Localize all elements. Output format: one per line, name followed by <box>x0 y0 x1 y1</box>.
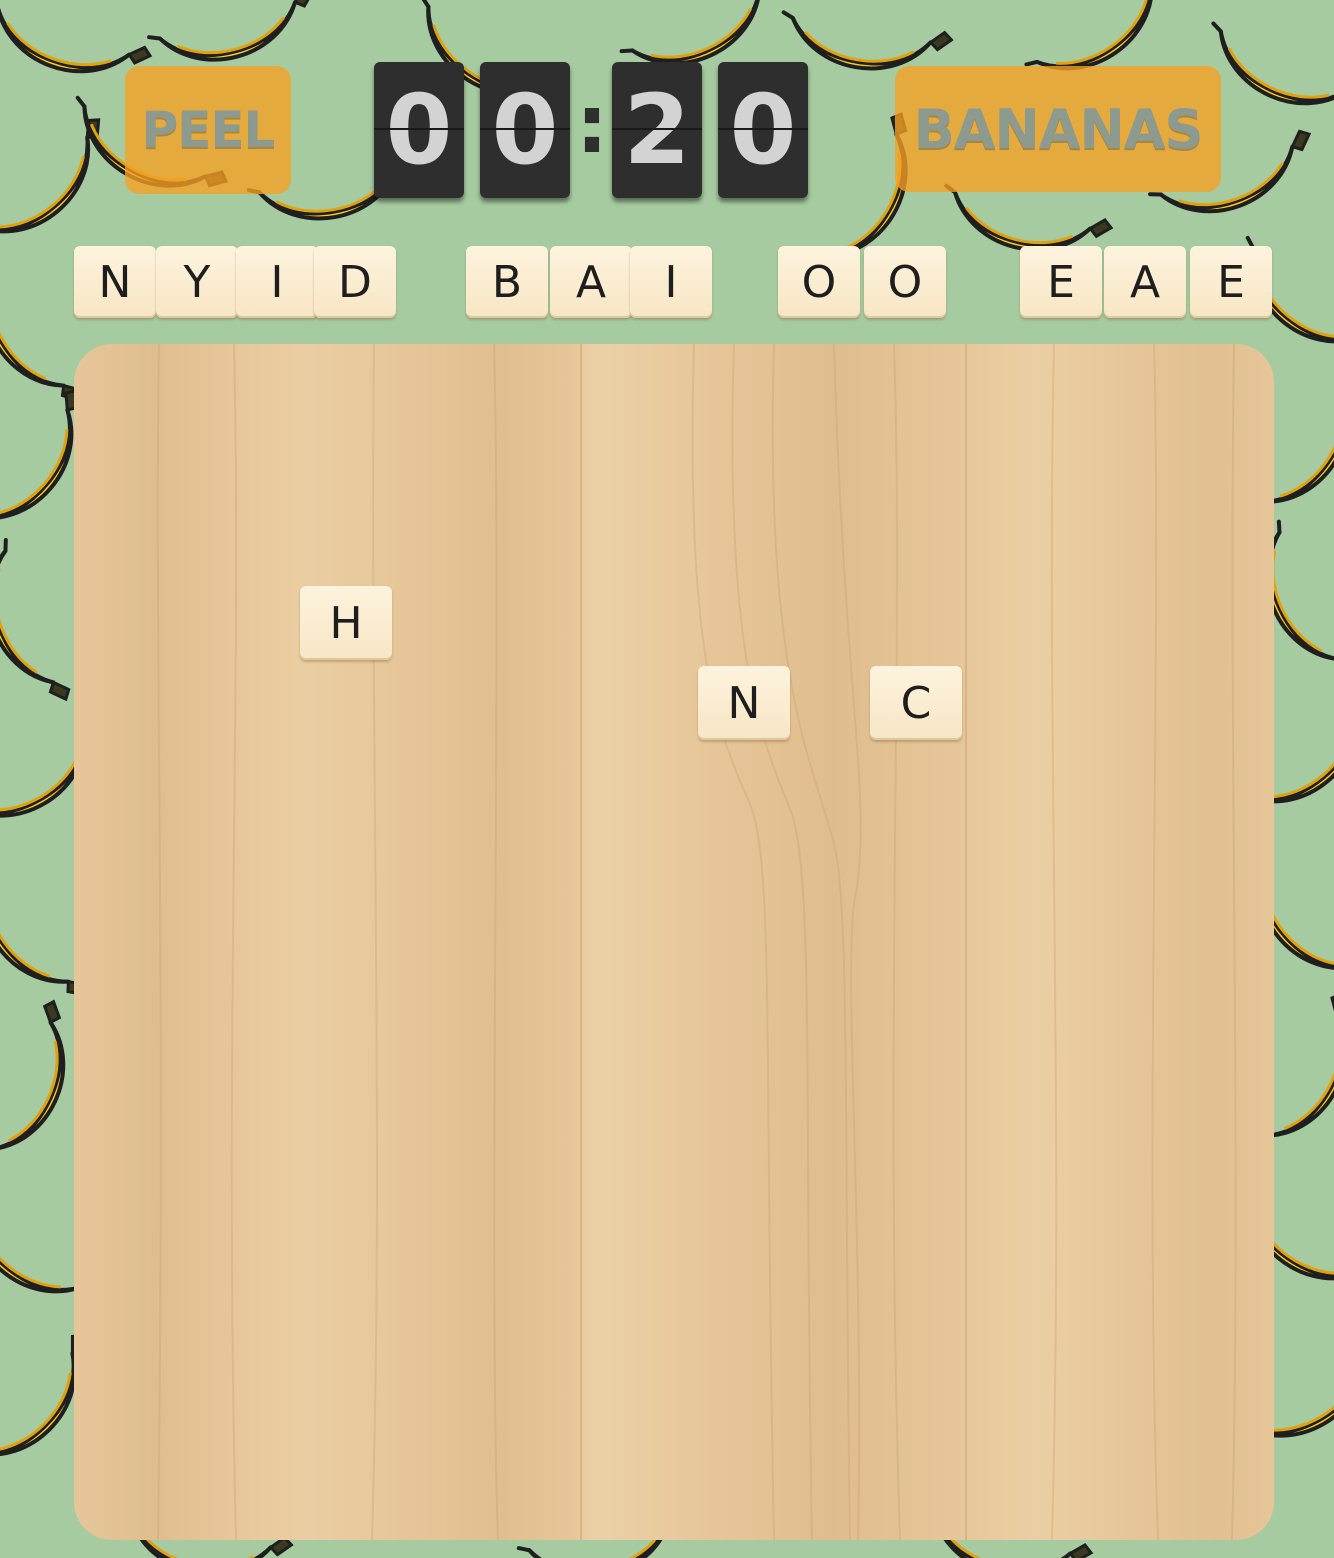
bananas-button[interactable]: BANANAS <box>895 66 1221 192</box>
timer-separator: : <box>576 78 608 171</box>
board-tile[interactable]: H <box>300 586 392 660</box>
game-board[interactable] <box>74 344 1274 1540</box>
peel-button[interactable]: PEEL <box>125 66 291 194</box>
hand-tile[interactable]: I <box>236 246 318 318</box>
timer-digit-seconds-ones: 0 <box>718 62 808 198</box>
hand-tile[interactable]: O <box>864 246 946 318</box>
timer-digit-seconds-tens: 2 <box>612 62 702 198</box>
timer-digit-minutes-ones: 0 <box>480 62 570 198</box>
board-tile[interactable]: C <box>870 666 962 740</box>
wood-grain-texture <box>156 344 1237 1540</box>
hand-tile[interactable]: I <box>630 246 712 318</box>
hand-tile[interactable]: E <box>1190 246 1272 318</box>
board-tile[interactable]: N <box>698 666 790 740</box>
hand-tile[interactable]: E <box>1020 246 1102 318</box>
timer-digit-minutes-tens: 0 <box>374 62 464 198</box>
hand-tile[interactable]: D <box>314 246 396 318</box>
hand-tile[interactable]: A <box>550 246 632 318</box>
hand-tile[interactable]: B <box>466 246 548 318</box>
hand-tile[interactable]: A <box>1104 246 1186 318</box>
hand-tile[interactable]: Y <box>156 246 238 318</box>
hand-tile[interactable]: O <box>778 246 860 318</box>
hand-tile[interactable]: N <box>74 246 156 318</box>
